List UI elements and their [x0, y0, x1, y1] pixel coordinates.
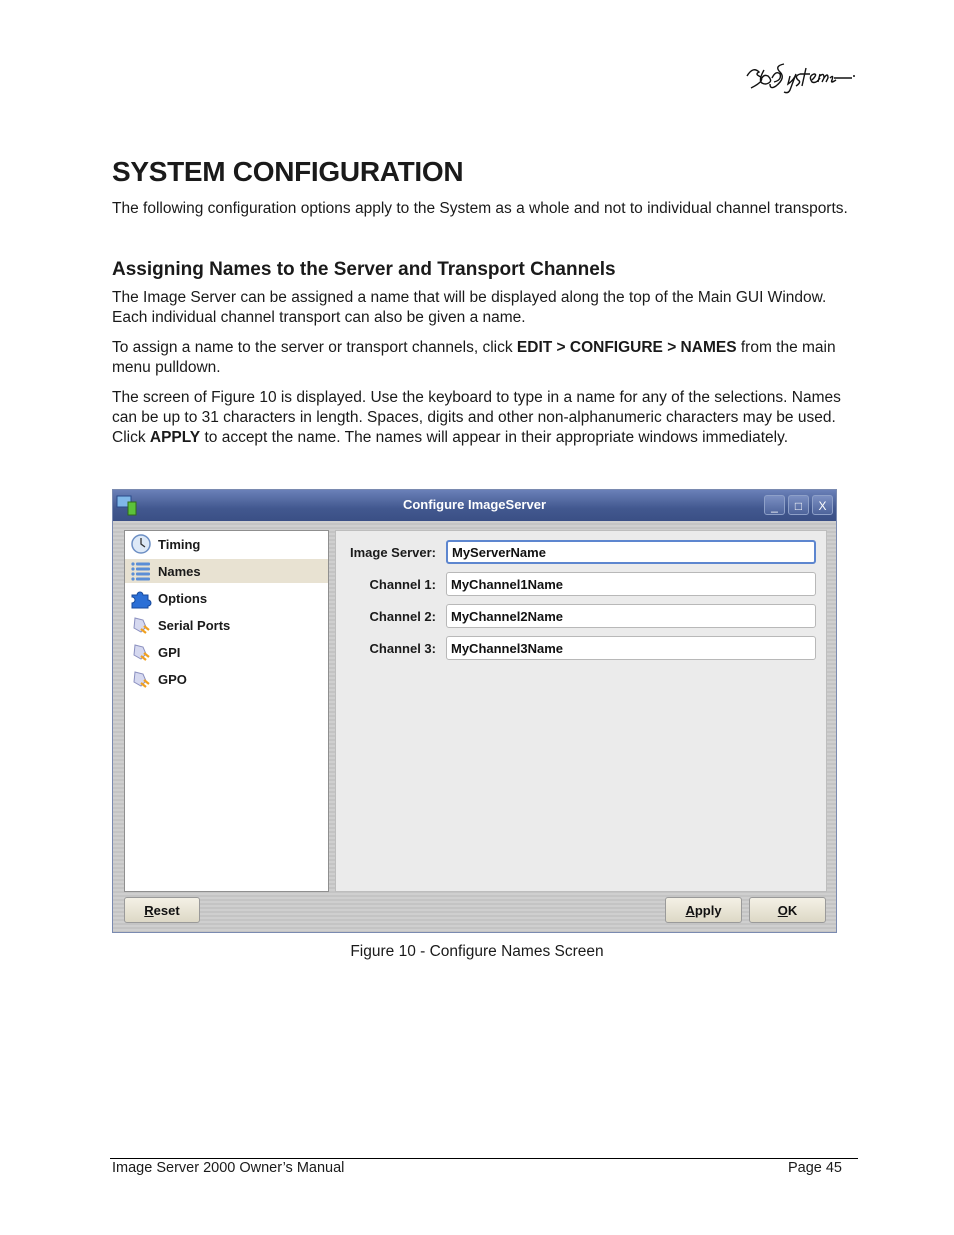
plug-icon — [130, 668, 152, 690]
channel-3-input[interactable] — [446, 636, 816, 660]
footer-manual-title: Image Server 2000 Owner’s Manual — [112, 1160, 345, 1176]
field-channel-1: Channel 1: — [336, 572, 826, 598]
ok-label: K — [787, 902, 798, 918]
field-channel-2: Channel 2: — [336, 604, 826, 630]
image-server-input[interactable] — [446, 540, 816, 564]
paragraph-3-suffix: to accept the name. The names will appea… — [200, 429, 789, 446]
configure-window: Configure ImageServer _ □ X Timing Names… — [112, 489, 837, 933]
image-server-label: Image Server: — [350, 545, 436, 560]
tree-item-gpo[interactable]: GPO — [125, 667, 328, 691]
paragraph-3: The screen of Figure 10 is displayed. Us… — [112, 388, 852, 448]
tree-item-label: Serial Ports — [158, 617, 231, 633]
apply-label: pply — [694, 902, 722, 918]
footer-divider — [110, 1158, 858, 1159]
maximize-button[interactable]: □ — [788, 495, 809, 515]
window-title: Configure ImageServer — [402, 497, 547, 512]
tree-item-timing[interactable]: Timing — [125, 532, 328, 556]
tree-item-label: Names — [158, 563, 201, 579]
puzzle-icon — [130, 587, 152, 609]
apply-keyword: APPLY — [149, 429, 201, 446]
apply-mnemonic: A — [685, 902, 695, 918]
tree-item-label: GPI — [158, 644, 181, 660]
reset-mnemonic: R — [144, 902, 154, 918]
plug-icon — [130, 641, 152, 663]
field-image-server: Image Server: — [336, 540, 826, 566]
minimize-button[interactable]: _ — [764, 495, 785, 515]
channel-2-label: Channel 2: — [369, 609, 436, 624]
plug-icon — [130, 614, 152, 636]
category-tree: Timing Names Options Serial Ports GPI GP… — [124, 530, 329, 892]
tree-item-gpi[interactable]: GPI — [125, 640, 328, 664]
channel-1-label: Channel 1: — [369, 577, 436, 592]
ok-button[interactable]: OK — [749, 897, 826, 923]
paragraph-2-text: To assign a name to the server or transp… — [112, 339, 517, 356]
paragraph-1: The Image Server can be assigned a name … — [112, 289, 827, 326]
ok-mnemonic: O — [777, 902, 788, 918]
tree-item-options[interactable]: Options — [125, 586, 328, 610]
intro-paragraph: The following configuration options appl… — [112, 200, 848, 217]
channel-1-input[interactable] — [446, 572, 816, 596]
section-heading: Assigning Names to the Server and Transp… — [112, 259, 616, 280]
list-icon — [130, 560, 152, 582]
channel-2-input[interactable] — [446, 604, 816, 628]
window-body: Timing Names Options Serial Ports GPI GP… — [113, 521, 836, 932]
close-button[interactable]: X — [812, 495, 833, 515]
tree-item-serial-ports[interactable]: Serial Ports — [125, 613, 328, 637]
window-titlebar[interactable]: Configure ImageServer _ □ X — [113, 490, 836, 521]
figure-caption: Figure 10 - Configure Names Screen — [350, 943, 604, 960]
paragraph-2: To assign a name to the server or transp… — [112, 338, 852, 378]
tree-item-label: Timing — [158, 536, 201, 552]
menu-path: EDIT > CONFIGURE > NAMES — [516, 339, 737, 356]
reset-button[interactable]: Reset — [124, 897, 200, 923]
apply-button[interactable]: Apply — [665, 897, 742, 923]
names-panel: Image Server: Channel 1: Channel 2: Chan… — [335, 530, 827, 892]
tree-item-label: Options — [158, 590, 208, 606]
channel-3-label: Channel 3: — [369, 641, 436, 656]
page-number: Page 45 — [787, 1160, 842, 1176]
tree-item-label: GPO — [158, 671, 187, 687]
page-title: SYSTEM CONFIGURATION — [112, 156, 464, 187]
clock-icon — [130, 533, 152, 555]
field-channel-3: Channel 3: — [336, 636, 826, 662]
tree-item-names[interactable]: Names — [125, 559, 328, 583]
company-logo — [746, 63, 855, 94]
reset-label: eset — [153, 902, 180, 918]
